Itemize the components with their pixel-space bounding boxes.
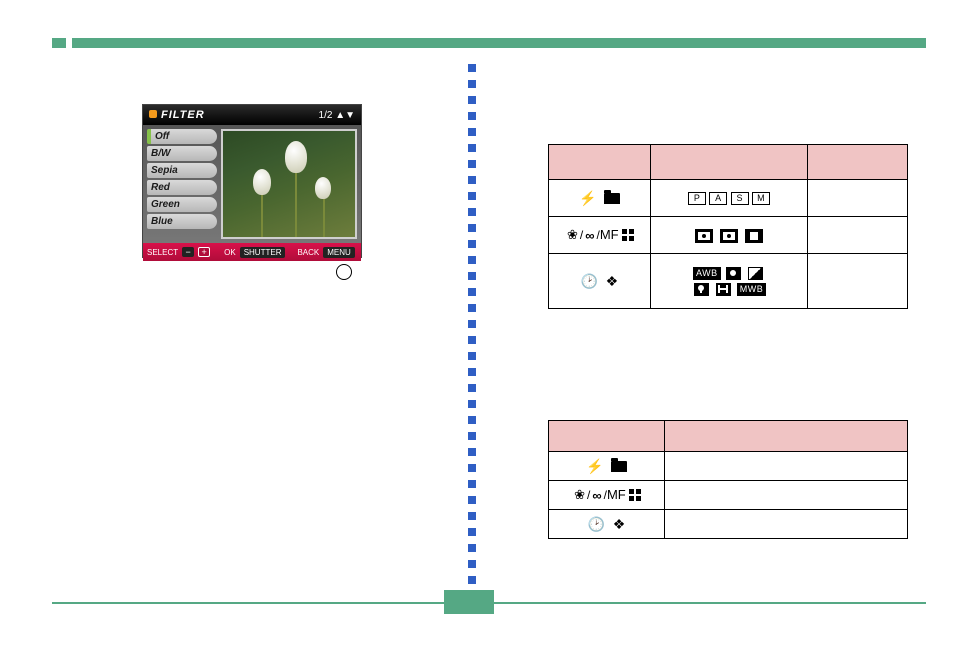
table-header-cell — [549, 145, 651, 180]
row-note-cell — [808, 254, 908, 309]
circle-marker-icon — [336, 264, 352, 280]
table-header-cell — [808, 145, 908, 180]
mf-label: MF — [607, 487, 626, 502]
table-row: ❀/∞/MF — [549, 481, 908, 510]
mode-s-icon: S — [731, 192, 749, 205]
multi-icon — [622, 229, 634, 241]
row-value-cell — [665, 452, 908, 481]
multi-icon — [629, 489, 641, 501]
page-number-badge — [444, 590, 494, 614]
lcd-menu-item: Red — [147, 180, 217, 195]
mwb-icon: MWB — [737, 283, 767, 296]
row-key-cell: ⚡ — [549, 452, 665, 481]
mf-label: MF — [600, 227, 619, 242]
plus-icon: + — [198, 247, 210, 257]
table-header-cell — [650, 145, 807, 180]
table-header-row — [549, 421, 908, 452]
mode-p-icon: P — [688, 192, 706, 205]
lcd-title: FILTER — [161, 109, 205, 121]
mode-m-icon: M — [752, 192, 770, 205]
wb-shade-icon — [748, 267, 763, 280]
lcd-menu-item: Green — [147, 197, 217, 212]
infinity-icon: ∞ — [592, 488, 601, 503]
metering-spot-icon — [745, 229, 763, 243]
minus-icon: − — [182, 247, 194, 257]
menu-button-label: MENU — [323, 247, 355, 258]
footer-back-label: BACK — [297, 248, 319, 257]
wb-fluorescent-icon — [716, 283, 731, 296]
diamond-icon: ❖ — [613, 516, 626, 533]
table-header-row — [549, 145, 908, 180]
footer-ok-label: OK — [224, 248, 236, 257]
top-accent-bar — [52, 38, 926, 48]
row-value-cell — [665, 510, 908, 539]
row-key-cell: 🕑 ❖ — [549, 510, 665, 539]
wb-incandescent-icon — [694, 283, 709, 296]
table-row: 🕑 ❖ AWB MWB — [549, 254, 908, 309]
row-value-cell — [665, 481, 908, 510]
lcd-menu-item: Blue — [147, 214, 217, 229]
row-key-cell: ⚡ — [549, 180, 651, 217]
macro-icon: ❀ — [574, 487, 585, 503]
table-row: ⚡ — [549, 452, 908, 481]
row-key-cell: 🕑 ❖ — [549, 254, 651, 309]
shutter-button-label: SHUTTER — [240, 247, 286, 258]
mode-a-icon: A — [709, 192, 727, 205]
lcd-header: FILTER 1/2 ▲▼ — [143, 105, 361, 125]
footer-select-label: SELECT — [147, 248, 178, 257]
lcd-menu-item: Sepia — [147, 163, 217, 178]
table-row: ❀/∞/MF — [549, 217, 908, 254]
lcd-menu-item: B/W — [147, 146, 217, 161]
folder-icon — [611, 461, 627, 472]
awb-icon: AWB — [693, 267, 721, 280]
settings-table-2: ⚡ ❀/∞/MF 🕑 ❖ — [548, 420, 908, 539]
metering-center-icon — [720, 229, 738, 243]
table-row: ⚡ P A S M — [549, 180, 908, 217]
column-divider — [468, 64, 476, 586]
camera-lcd-screenshot: FILTER 1/2 ▲▼ Off B/W Sepia Red Green Bl… — [142, 104, 362, 258]
lcd-preview-image — [221, 129, 357, 239]
wb-daylight-icon — [726, 267, 741, 280]
lcd-footer: SELECT − + OK SHUTTER BACK MENU — [143, 243, 361, 261]
table-row: 🕑 ❖ — [549, 510, 908, 539]
row-value-cell: AWB MWB — [650, 254, 807, 309]
timer-icon: 🕑 — [588, 516, 605, 533]
metering-matrix-icon — [695, 229, 713, 243]
diamond-icon: ❖ — [606, 273, 619, 290]
lcd-body: Off B/W Sepia Red Green Blue — [143, 125, 361, 243]
timer-icon: 🕑 — [581, 273, 598, 290]
lcd-menu-item: Off — [147, 129, 217, 144]
flash-icon: ⚡ — [586, 458, 603, 475]
table-header-cell — [549, 421, 665, 452]
orange-dot-icon — [149, 110, 157, 118]
macro-icon: ❀ — [567, 227, 578, 243]
table-header-cell — [665, 421, 908, 452]
settings-table-1: ⚡ P A S M ❀/∞/MF 🕑 ❖ AWB — [548, 144, 908, 309]
row-note-cell — [808, 217, 908, 254]
row-note-cell — [808, 180, 908, 217]
infinity-icon: ∞ — [585, 228, 594, 243]
row-key-cell: ❀/∞/MF — [549, 481, 665, 510]
row-value-cell: P A S M — [650, 180, 807, 217]
flash-icon: ⚡ — [579, 190, 596, 207]
lcd-pager: 1/2 ▲▼ — [319, 110, 355, 121]
lcd-menu: Off B/W Sepia Red Green Blue — [147, 129, 217, 239]
row-value-cell — [650, 217, 807, 254]
row-key-cell: ❀/∞/MF — [549, 217, 651, 254]
folder-icon — [604, 193, 620, 204]
